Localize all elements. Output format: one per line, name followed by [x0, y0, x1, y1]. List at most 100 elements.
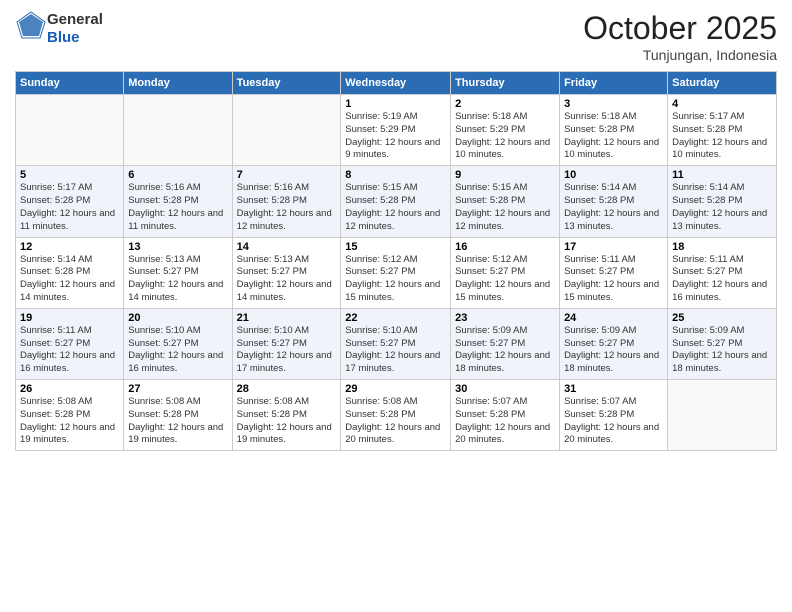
col-thursday: Thursday	[451, 72, 560, 95]
table-row: 3Sunrise: 5:18 AM Sunset: 5:28 PM Daylig…	[560, 95, 668, 166]
header: General Blue October 2025 Tunjungan, Ind…	[15, 10, 777, 63]
table-row: 18Sunrise: 5:11 AM Sunset: 5:27 PM Dayli…	[668, 237, 777, 308]
table-row: 28Sunrise: 5:08 AM Sunset: 5:28 PM Dayli…	[232, 380, 341, 451]
day-number: 9	[455, 169, 555, 181]
col-saturday: Saturday	[668, 72, 777, 95]
day-info: Sunrise: 5:08 AM Sunset: 5:28 PM Dayligh…	[345, 396, 446, 447]
day-number: 13	[128, 241, 227, 253]
day-number: 3	[564, 98, 663, 110]
day-info: Sunrise: 5:18 AM Sunset: 5:29 PM Dayligh…	[455, 111, 555, 162]
table-row: 7Sunrise: 5:16 AM Sunset: 5:28 PM Daylig…	[232, 166, 341, 237]
day-info: Sunrise: 5:13 AM Sunset: 5:27 PM Dayligh…	[128, 254, 227, 305]
table-row: 30Sunrise: 5:07 AM Sunset: 5:28 PM Dayli…	[451, 380, 560, 451]
table-row: 15Sunrise: 5:12 AM Sunset: 5:27 PM Dayli…	[341, 237, 451, 308]
table-row: 1Sunrise: 5:19 AM Sunset: 5:29 PM Daylig…	[341, 95, 451, 166]
day-number: 20	[128, 312, 227, 324]
table-row: 13Sunrise: 5:13 AM Sunset: 5:27 PM Dayli…	[124, 237, 232, 308]
day-number: 26	[20, 383, 119, 395]
day-info: Sunrise: 5:14 AM Sunset: 5:28 PM Dayligh…	[564, 182, 663, 233]
col-sunday: Sunday	[16, 72, 124, 95]
day-info: Sunrise: 5:11 AM Sunset: 5:27 PM Dayligh…	[564, 254, 663, 305]
day-number: 24	[564, 312, 663, 324]
day-info: Sunrise: 5:08 AM Sunset: 5:28 PM Dayligh…	[20, 396, 119, 447]
table-row	[124, 95, 232, 166]
table-row	[232, 95, 341, 166]
day-info: Sunrise: 5:14 AM Sunset: 5:28 PM Dayligh…	[672, 182, 772, 233]
day-info: Sunrise: 5:18 AM Sunset: 5:28 PM Dayligh…	[564, 111, 663, 162]
table-row: 5Sunrise: 5:17 AM Sunset: 5:28 PM Daylig…	[16, 166, 124, 237]
table-row: 10Sunrise: 5:14 AM Sunset: 5:28 PM Dayli…	[560, 166, 668, 237]
table-row: 22Sunrise: 5:10 AM Sunset: 5:27 PM Dayli…	[341, 308, 451, 379]
day-number: 14	[237, 241, 337, 253]
day-info: Sunrise: 5:15 AM Sunset: 5:28 PM Dayligh…	[455, 182, 555, 233]
logo-blue: Blue	[47, 29, 80, 46]
table-row: 9Sunrise: 5:15 AM Sunset: 5:28 PM Daylig…	[451, 166, 560, 237]
col-tuesday: Tuesday	[232, 72, 341, 95]
day-info: Sunrise: 5:09 AM Sunset: 5:27 PM Dayligh…	[672, 325, 772, 376]
table-row: 16Sunrise: 5:12 AM Sunset: 5:27 PM Dayli…	[451, 237, 560, 308]
location: Tunjungan, Indonesia	[583, 47, 777, 63]
table-row: 25Sunrise: 5:09 AM Sunset: 5:27 PM Dayli…	[668, 308, 777, 379]
table-row: 29Sunrise: 5:08 AM Sunset: 5:28 PM Dayli…	[341, 380, 451, 451]
logo-icon	[15, 10, 47, 42]
day-number: 16	[455, 241, 555, 253]
day-number: 17	[564, 241, 663, 253]
day-number: 1	[345, 98, 446, 110]
month-title: October 2025	[583, 10, 777, 47]
day-info: Sunrise: 5:15 AM Sunset: 5:28 PM Dayligh…	[345, 182, 446, 233]
table-row	[668, 380, 777, 451]
table-row: 26Sunrise: 5:08 AM Sunset: 5:28 PM Dayli…	[16, 380, 124, 451]
table-row: 8Sunrise: 5:15 AM Sunset: 5:28 PM Daylig…	[341, 166, 451, 237]
table-row: 4Sunrise: 5:17 AM Sunset: 5:28 PM Daylig…	[668, 95, 777, 166]
table-row	[16, 95, 124, 166]
day-number: 31	[564, 383, 663, 395]
calendar-header-row: Sunday Monday Tuesday Wednesday Thursday…	[16, 72, 777, 95]
table-row: 11Sunrise: 5:14 AM Sunset: 5:28 PM Dayli…	[668, 166, 777, 237]
day-info: Sunrise: 5:17 AM Sunset: 5:28 PM Dayligh…	[20, 182, 119, 233]
day-info: Sunrise: 5:12 AM Sunset: 5:27 PM Dayligh…	[345, 254, 446, 305]
day-info: Sunrise: 5:16 AM Sunset: 5:28 PM Dayligh…	[128, 182, 227, 233]
day-info: Sunrise: 5:17 AM Sunset: 5:28 PM Dayligh…	[672, 111, 772, 162]
day-info: Sunrise: 5:14 AM Sunset: 5:28 PM Dayligh…	[20, 254, 119, 305]
table-row: 21Sunrise: 5:10 AM Sunset: 5:27 PM Dayli…	[232, 308, 341, 379]
table-row: 6Sunrise: 5:16 AM Sunset: 5:28 PM Daylig…	[124, 166, 232, 237]
table-row: 31Sunrise: 5:07 AM Sunset: 5:28 PM Dayli…	[560, 380, 668, 451]
calendar-week-row: 12Sunrise: 5:14 AM Sunset: 5:28 PM Dayli…	[16, 237, 777, 308]
day-info: Sunrise: 5:12 AM Sunset: 5:27 PM Dayligh…	[455, 254, 555, 305]
day-number: 5	[20, 169, 119, 181]
day-number: 4	[672, 98, 772, 110]
day-number: 28	[237, 383, 337, 395]
table-row: 19Sunrise: 5:11 AM Sunset: 5:27 PM Dayli…	[16, 308, 124, 379]
logo-general: General	[47, 11, 103, 28]
calendar-week-row: 5Sunrise: 5:17 AM Sunset: 5:28 PM Daylig…	[16, 166, 777, 237]
table-row: 14Sunrise: 5:13 AM Sunset: 5:27 PM Dayli…	[232, 237, 341, 308]
calendar-week-row: 19Sunrise: 5:11 AM Sunset: 5:27 PM Dayli…	[16, 308, 777, 379]
day-info: Sunrise: 5:07 AM Sunset: 5:28 PM Dayligh…	[564, 396, 663, 447]
day-number: 18	[672, 241, 772, 253]
col-friday: Friday	[560, 72, 668, 95]
day-number: 7	[237, 169, 337, 181]
table-row: 27Sunrise: 5:08 AM Sunset: 5:28 PM Dayli…	[124, 380, 232, 451]
day-number: 8	[345, 169, 446, 181]
day-number: 29	[345, 383, 446, 395]
day-info: Sunrise: 5:08 AM Sunset: 5:28 PM Dayligh…	[128, 396, 227, 447]
day-info: Sunrise: 5:10 AM Sunset: 5:27 PM Dayligh…	[345, 325, 446, 376]
day-number: 25	[672, 312, 772, 324]
table-row: 12Sunrise: 5:14 AM Sunset: 5:28 PM Dayli…	[16, 237, 124, 308]
day-info: Sunrise: 5:11 AM Sunset: 5:27 PM Dayligh…	[672, 254, 772, 305]
calendar-table: Sunday Monday Tuesday Wednesday Thursday…	[15, 71, 777, 451]
table-row: 24Sunrise: 5:09 AM Sunset: 5:27 PM Dayli…	[560, 308, 668, 379]
day-info: Sunrise: 5:11 AM Sunset: 5:27 PM Dayligh…	[20, 325, 119, 376]
day-number: 22	[345, 312, 446, 324]
logo: General Blue	[15, 10, 103, 47]
day-number: 10	[564, 169, 663, 181]
day-info: Sunrise: 5:10 AM Sunset: 5:27 PM Dayligh…	[237, 325, 337, 376]
day-number: 12	[20, 241, 119, 253]
day-number: 27	[128, 383, 227, 395]
calendar-week-row: 26Sunrise: 5:08 AM Sunset: 5:28 PM Dayli…	[16, 380, 777, 451]
page: General Blue October 2025 Tunjungan, Ind…	[0, 0, 792, 612]
day-number: 30	[455, 383, 555, 395]
day-number: 2	[455, 98, 555, 110]
calendar-week-row: 1Sunrise: 5:19 AM Sunset: 5:29 PM Daylig…	[16, 95, 777, 166]
day-number: 15	[345, 241, 446, 253]
